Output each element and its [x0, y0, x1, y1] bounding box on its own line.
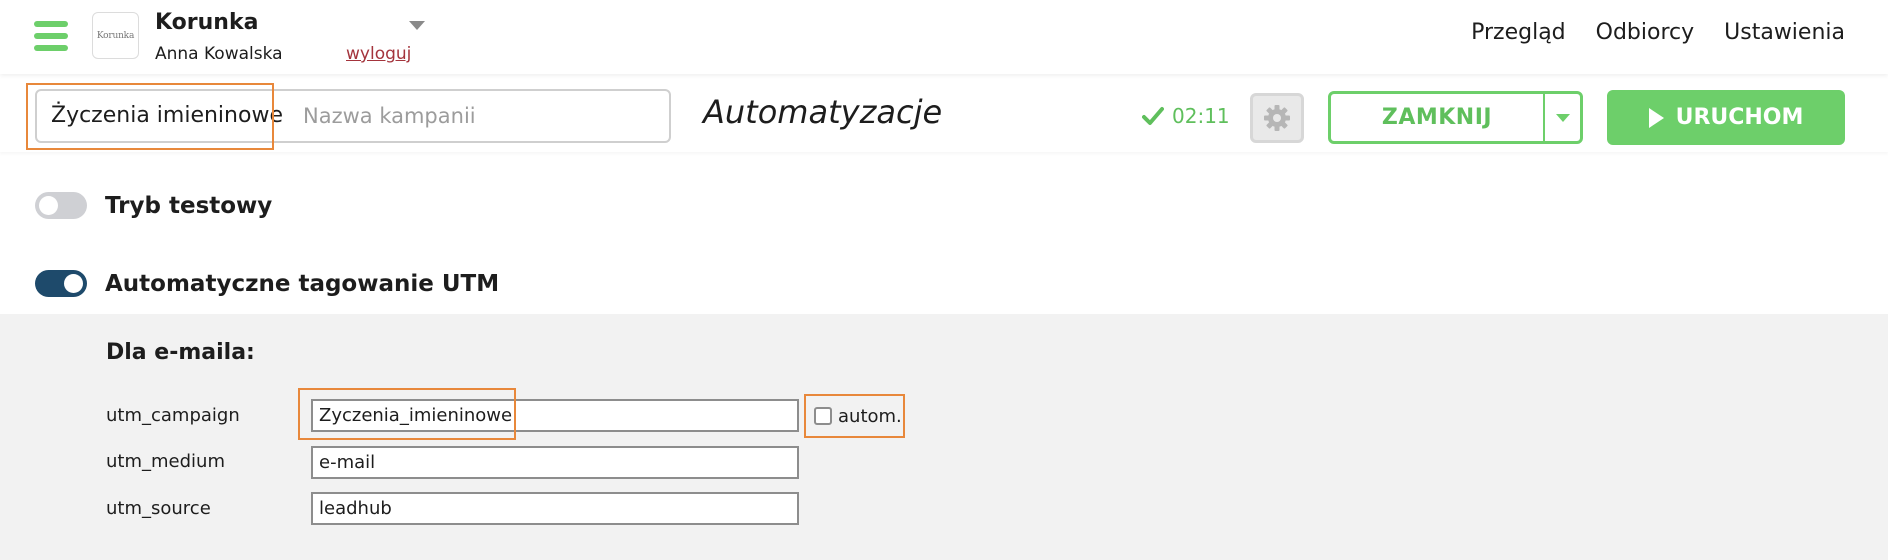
- test-mode-row: Tryb testowy: [35, 192, 272, 219]
- campaign-toolbar: Życzenia imieninowe Automatyzacje 02:11: [0, 74, 1888, 152]
- chevron-down-icon: [1555, 113, 1570, 122]
- auto-campaign-label: autom.: [838, 405, 902, 427]
- top-header: Korunka Korunka Anna Kowalska wyloguj Pr…: [0, 0, 1888, 74]
- run-button[interactable]: URUCHOM: [1607, 90, 1845, 145]
- utm-tagging-toggle[interactable]: [35, 270, 87, 297]
- close-dropdown-button[interactable]: [1543, 94, 1580, 141]
- play-icon: [1648, 107, 1664, 128]
- brand-name: Korunka: [155, 10, 259, 35]
- user-name: Anna Kowalska: [155, 44, 283, 64]
- main-nav: Przegląd Odbiorcy Ustawienia: [1471, 20, 1845, 45]
- page-title: Automatyzacje: [703, 93, 943, 131]
- checkmark-icon: [1142, 107, 1164, 125]
- close-button[interactable]: ZAMKNIJ: [1331, 94, 1543, 141]
- run-button-label: URUCHOM: [1675, 105, 1804, 130]
- utm-campaign-label: utm_campaign: [106, 405, 240, 426]
- test-mode-toggle[interactable]: [35, 192, 87, 219]
- utm-tagging-label: Automatyczne tagowanie UTM: [105, 270, 500, 297]
- menu-hamburger-icon[interactable]: [34, 21, 68, 51]
- save-status: 02:11: [1142, 104, 1230, 128]
- utm-source-input[interactable]: [311, 492, 799, 525]
- utm-tagging-row: Automatyczne tagowanie UTM: [35, 270, 499, 297]
- highlight-utm-campaign: [298, 388, 516, 440]
- nav-item-przeglad[interactable]: Przegląd: [1471, 20, 1566, 45]
- utm-medium-input[interactable]: [311, 446, 799, 479]
- saved-time: 02:11: [1172, 104, 1230, 128]
- close-button-group: ZAMKNIJ: [1328, 91, 1583, 144]
- auto-campaign-checkbox[interactable]: autom.: [804, 394, 905, 438]
- utm-heading: Dla e-maila:: [106, 340, 255, 365]
- nav-item-ustawienia[interactable]: Ustawienia: [1724, 20, 1845, 45]
- test-mode-label: Tryb testowy: [105, 192, 273, 219]
- settings-button[interactable]: [1250, 93, 1304, 143]
- utm-source-label: utm_source: [106, 498, 211, 519]
- brand-logo-text: Korunka: [96, 30, 135, 41]
- campaign-name-input[interactable]: [295, 91, 655, 141]
- brand-logo: Korunka: [92, 12, 139, 59]
- highlight-campaign-name: [26, 83, 274, 150]
- utm-medium-label: utm_medium: [106, 451, 225, 472]
- utm-panel: Dla e-maila: utm_campaign autom. utm_med…: [0, 314, 1888, 560]
- gear-icon: [1264, 105, 1290, 131]
- checkbox-unchecked-icon[interactable]: [814, 407, 832, 425]
- nav-item-odbiorcy[interactable]: Odbiorcy: [1596, 20, 1695, 45]
- logout-link[interactable]: wyloguj: [346, 44, 411, 64]
- account-dropdown-caret-icon[interactable]: [409, 21, 425, 30]
